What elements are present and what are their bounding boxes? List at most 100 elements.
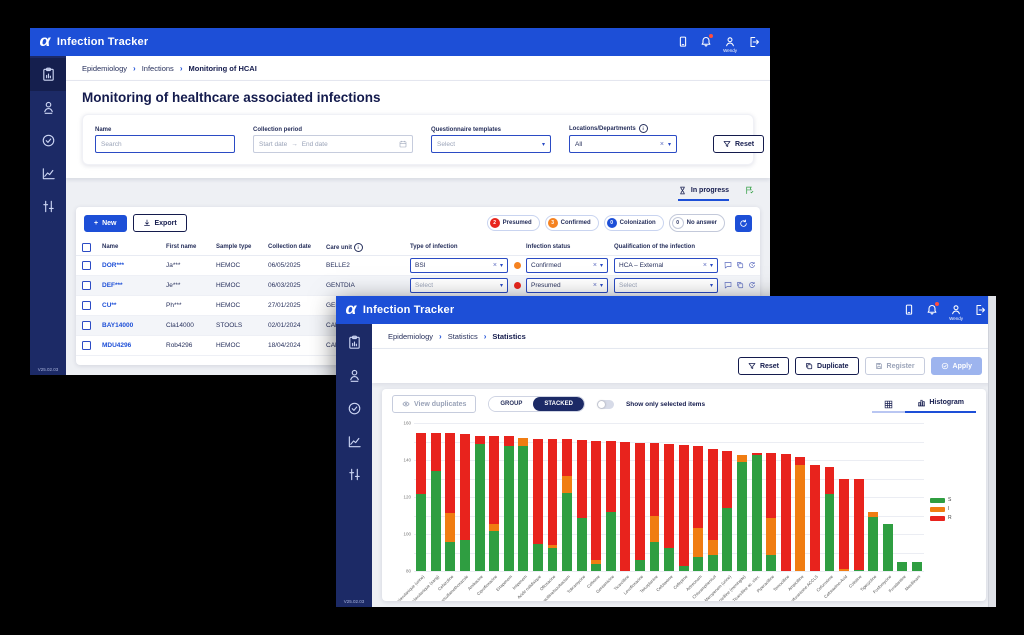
duplicate-button[interactable]: Duplicate bbox=[795, 357, 859, 375]
duplicate-icon[interactable] bbox=[736, 261, 744, 271]
bar-group[interactable] bbox=[822, 423, 837, 571]
history-icon[interactable] bbox=[748, 261, 756, 271]
bar-group[interactable] bbox=[866, 423, 881, 571]
breadcrumb-item[interactable]: Epidemiology bbox=[388, 332, 433, 341]
bar-group[interactable] bbox=[881, 423, 896, 571]
clear-icon[interactable]: × bbox=[703, 262, 707, 269]
info-icon[interactable]: i bbox=[639, 124, 648, 133]
bar-group[interactable] bbox=[662, 423, 677, 571]
bar-group[interactable] bbox=[545, 423, 560, 571]
sidebar-item-monitoring[interactable] bbox=[336, 326, 372, 359]
sidebar-item-patients[interactable] bbox=[336, 359, 372, 392]
logout-icon[interactable] bbox=[974, 303, 986, 315]
device-icon[interactable] bbox=[677, 35, 689, 47]
bar-group[interactable] bbox=[487, 423, 502, 571]
row-checkbox[interactable] bbox=[82, 321, 91, 330]
sidebar-item-statistics[interactable] bbox=[30, 157, 66, 190]
comment-icon[interactable] bbox=[724, 281, 732, 291]
bar-group[interactable] bbox=[910, 423, 925, 571]
user-menu[interactable]: Wendy bbox=[949, 303, 963, 321]
legend-item[interactable]: I bbox=[930, 506, 976, 512]
row-checkbox[interactable] bbox=[82, 281, 91, 290]
tab-histogram[interactable]: Histogram bbox=[905, 395, 976, 413]
bar-group[interactable] bbox=[778, 423, 793, 571]
breadcrumb-item[interactable]: Infections bbox=[142, 64, 174, 73]
breadcrumb-item[interactable]: Epidemiology bbox=[82, 64, 127, 73]
chevron-down-icon[interactable]: ▾ bbox=[710, 282, 713, 289]
bar-group[interactable] bbox=[764, 423, 779, 571]
view-duplicates-button[interactable]: View duplicates bbox=[392, 395, 476, 413]
info-icon[interactable]: i bbox=[354, 243, 363, 252]
scrollbar-track[interactable] bbox=[988, 296, 996, 607]
chevron-down-icon[interactable]: ▾ bbox=[500, 282, 503, 289]
bar-group[interactable] bbox=[531, 423, 546, 571]
stacked-option[interactable]: STACKED bbox=[533, 397, 584, 411]
sidebar-item-statistics[interactable] bbox=[336, 425, 372, 458]
locations-select[interactable]: All × ▾ bbox=[569, 135, 677, 153]
sidebar-item-settings[interactable] bbox=[336, 458, 372, 491]
bar-group[interactable] bbox=[808, 423, 823, 571]
chevron-down-icon[interactable]: ▾ bbox=[668, 141, 671, 148]
type-of-infection-select[interactable]: Select▾ bbox=[410, 278, 508, 293]
bar-group[interactable] bbox=[618, 423, 633, 571]
legend-item[interactable]: R bbox=[930, 515, 976, 521]
search-input[interactable]: Search bbox=[95, 135, 235, 153]
counter-no-answer[interactable]: 0No answer bbox=[669, 214, 725, 232]
bar-group[interactable] bbox=[691, 423, 706, 571]
type-of-infection-select[interactable]: BSI×▾ bbox=[410, 258, 508, 273]
bar-group[interactable] bbox=[706, 423, 721, 571]
user-menu[interactable]: Wendy bbox=[723, 35, 737, 53]
bar-group[interactable] bbox=[414, 423, 429, 571]
bar-group[interactable] bbox=[574, 423, 589, 571]
bar-group[interactable] bbox=[647, 423, 662, 571]
bar-group[interactable] bbox=[443, 423, 458, 571]
sidebar-item-validation[interactable] bbox=[30, 124, 66, 157]
history-icon[interactable] bbox=[748, 281, 756, 291]
row-checkbox[interactable] bbox=[82, 261, 91, 270]
bar-group[interactable] bbox=[472, 423, 487, 571]
chevron-down-icon[interactable]: ▾ bbox=[710, 262, 713, 269]
bar-group[interactable] bbox=[458, 423, 473, 571]
sidebar-item-validation[interactable] bbox=[336, 392, 372, 425]
bar-group[interactable] bbox=[735, 423, 750, 571]
clear-icon[interactable]: × bbox=[593, 262, 597, 269]
bar-group[interactable] bbox=[604, 423, 619, 571]
clear-icon[interactable]: × bbox=[660, 141, 664, 148]
device-icon[interactable] bbox=[903, 303, 915, 315]
bar-group[interactable] bbox=[633, 423, 648, 571]
sidebar-item-patients[interactable] bbox=[30, 91, 66, 124]
notifications-icon[interactable] bbox=[700, 35, 712, 47]
patient-name-link[interactable]: MDU4296 bbox=[102, 342, 166, 349]
infection-status-select[interactable]: Confirmed×▾ bbox=[526, 258, 608, 273]
tab-completed[interactable] bbox=[745, 186, 754, 201]
reset-button[interactable]: Reset bbox=[738, 357, 789, 375]
bar-group[interactable] bbox=[560, 423, 575, 571]
chevron-down-icon[interactable]: ▾ bbox=[542, 141, 545, 148]
bar-group[interactable] bbox=[749, 423, 764, 571]
bar-group[interactable] bbox=[589, 423, 604, 571]
bar-group[interactable] bbox=[516, 423, 531, 571]
chevron-down-icon[interactable]: ▾ bbox=[600, 282, 603, 289]
clear-icon[interactable]: × bbox=[593, 282, 597, 289]
notifications-icon[interactable] bbox=[926, 303, 938, 315]
bar-group[interactable] bbox=[895, 423, 910, 571]
sidebar-item-monitoring[interactable] bbox=[30, 58, 66, 91]
row-checkbox[interactable] bbox=[82, 301, 91, 310]
apply-button[interactable]: Apply bbox=[931, 357, 982, 375]
tab-in-progress[interactable]: In progress bbox=[678, 186, 729, 201]
reset-button[interactable]: Reset bbox=[713, 135, 764, 153]
show-selected-toggle[interactable] bbox=[597, 400, 614, 409]
bar-group[interactable] bbox=[676, 423, 691, 571]
chevron-down-icon[interactable]: ▾ bbox=[600, 262, 603, 269]
export-button[interactable]: Export bbox=[133, 214, 187, 232]
breadcrumb-item[interactable]: Statistics bbox=[448, 332, 478, 341]
infection-status-select[interactable]: Presumed×▾ bbox=[526, 278, 608, 293]
patient-name-link[interactable]: DOR*** bbox=[102, 262, 166, 269]
legend-item[interactable]: S bbox=[930, 497, 976, 503]
register-button[interactable]: Register bbox=[865, 357, 925, 375]
new-button[interactable]: + New bbox=[84, 215, 127, 232]
patient-name-link[interactable]: CU** bbox=[102, 302, 166, 309]
bar-group[interactable] bbox=[429, 423, 444, 571]
sidebar-item-settings[interactable] bbox=[30, 190, 66, 223]
comment-icon[interactable] bbox=[724, 261, 732, 271]
